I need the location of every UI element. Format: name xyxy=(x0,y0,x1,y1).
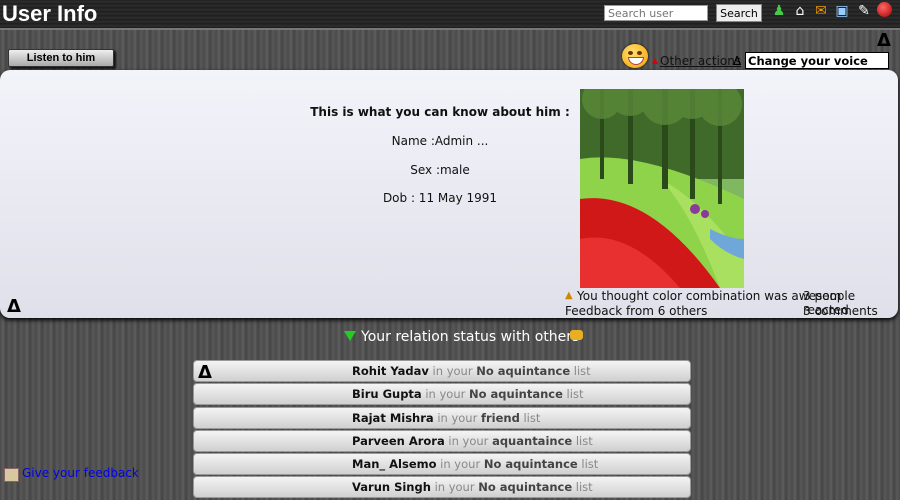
table-row[interactable]: Parveen Arora in your aquantaince list xyxy=(193,429,691,452)
row-name: Rohit Yadav xyxy=(352,364,429,378)
profile-dob: Dob : 11 May 1991 xyxy=(382,191,498,205)
collapse-toggle-relations[interactable]: Δ xyxy=(198,362,212,383)
users-icon[interactable]: ♟ xyxy=(771,3,787,19)
relation-heading: Your relation status with others xyxy=(361,329,580,345)
comments-count[interactable]: 3 comments xyxy=(803,304,878,318)
row-status: friend xyxy=(480,410,520,425)
row-status: aquantaince xyxy=(492,433,573,448)
thumbs-up-icon: ▲ xyxy=(565,290,573,301)
profile-name: Name :Admin ... xyxy=(391,134,489,148)
row-status: No aquintance xyxy=(476,364,571,378)
row-status: No aquintance xyxy=(469,387,563,402)
delta-icon: Δ xyxy=(733,54,742,68)
mail-icon[interactable]: ✉ xyxy=(813,3,829,19)
table-row[interactable]: Varun Singh in your No aquintance list xyxy=(193,476,691,499)
collapse-toggle-top[interactable]: Δ xyxy=(877,30,891,51)
feedback-icon[interactable] xyxy=(4,468,19,482)
page-title: User Info xyxy=(2,1,98,26)
other-actions-link[interactable]: Other actions xyxy=(660,54,741,68)
row-name: Varun Singh xyxy=(352,480,431,495)
row-name: Rajat Mishra xyxy=(352,410,434,425)
listen-button[interactable]: Listen to him xyxy=(8,49,114,67)
table-row[interactable]: Man_ Alsemo in your No aquintance list xyxy=(193,453,691,476)
folder-icon xyxy=(570,330,583,340)
profile-sex: Sex :male xyxy=(410,163,470,177)
row-name: Biru Gupta xyxy=(352,387,422,402)
relation-list: Δ Rohit Yadav in your No aquintance list… xyxy=(193,360,691,500)
row-status: No aquintance xyxy=(483,457,578,472)
home-icon[interactable]: ⌂ xyxy=(792,3,808,19)
collapse-toggle-panel[interactable]: Δ xyxy=(7,296,21,317)
smiley-icon[interactable] xyxy=(622,44,648,68)
table-row[interactable]: Rajat Mishra in your friend list xyxy=(193,406,691,429)
green-arrow-icon[interactable] xyxy=(344,331,356,341)
change-voice-button[interactable]: Change your voice sample xyxy=(745,52,889,85)
edit-icon[interactable]: ✎ xyxy=(856,3,872,19)
row-status: No aquintance xyxy=(478,480,573,495)
give-feedback-link[interactable]: Give your feedback xyxy=(22,466,139,480)
feedback-from-others[interactable]: Feedback from 6 others xyxy=(565,304,707,318)
table-row[interactable]: Rohit Yadav in your No aquintance list xyxy=(193,360,691,382)
table-row[interactable]: Biru Gupta in your No aquintance list xyxy=(193,383,691,406)
profile-heading: This is what you can know about him : xyxy=(310,105,570,119)
screen-icon[interactable]: ▣ xyxy=(834,3,850,19)
profile-photo xyxy=(580,89,744,288)
feedback-thought-text: You thought color combination was awesom xyxy=(577,289,842,303)
row-name: Man_ Alsemo xyxy=(352,457,437,472)
row-name: Parveen Arora xyxy=(352,433,445,448)
red-arrow-icon xyxy=(652,58,658,64)
power-icon[interactable] xyxy=(877,2,892,17)
search-button[interactable]: Search xyxy=(716,4,762,22)
top-bar: User Info Search ♟ ⌂ ✉ ▣ ✎ xyxy=(0,0,900,30)
search-input[interactable] xyxy=(604,5,708,21)
